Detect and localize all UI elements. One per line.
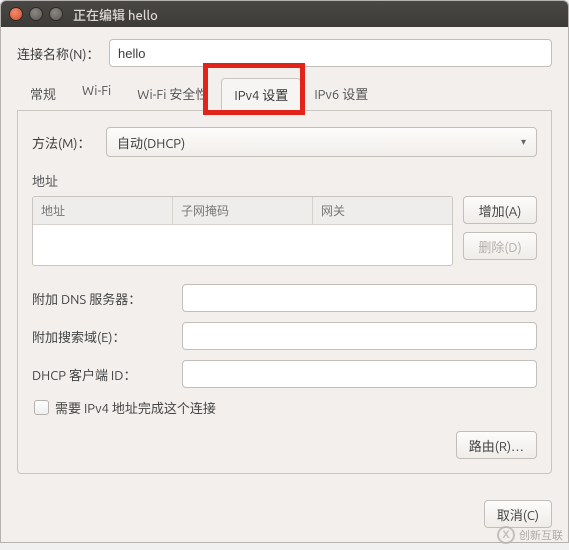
require-ipv4-label: 需要 IPv4 地址完成这个连接	[55, 398, 216, 417]
method-label: 方法(M)：	[32, 133, 106, 152]
method-value: 自动(DHCP)	[117, 133, 185, 152]
col-netmask: 子网掩码	[173, 197, 313, 224]
dns-servers-input[interactable]	[182, 284, 537, 312]
titlebar: 正在编辑 hello	[1, 1, 568, 27]
tab-wifi-security[interactable]: Wi-Fi 安全性	[124, 77, 221, 110]
dhcp-client-id-input[interactable]	[182, 360, 537, 388]
search-domains-input[interactable]	[182, 322, 537, 350]
dns-label: 附加 DNS 服务器：	[32, 289, 182, 308]
connection-name-label: 连接名称(N)：	[17, 44, 109, 63]
delete-button[interactable]: 删除(D)	[463, 232, 537, 260]
settings-tabs: 常规 Wi-Fi Wi-Fi 安全性 IPv4 设置 IPv6 设置	[17, 77, 552, 111]
window-title: 正在编辑 hello	[73, 5, 158, 24]
chevron-down-icon: ▾	[521, 136, 526, 148]
close-icon[interactable]	[9, 7, 23, 21]
require-ipv4-checkbox[interactable]	[34, 400, 49, 415]
connection-name-input[interactable]	[109, 39, 552, 67]
col-gateway: 网关	[313, 197, 452, 224]
cancel-button[interactable]: 取消(C)	[484, 500, 552, 528]
tab-wifi[interactable]: Wi-Fi	[69, 77, 124, 110]
addresses-table[interactable]: 地址 子网掩码 网关	[32, 196, 453, 266]
dhcp-client-id-label: DHCP 客户端 ID：	[32, 365, 182, 384]
tab-ipv6-settings[interactable]: IPv6 设置	[301, 77, 381, 110]
tab-ipv4-settings[interactable]: IPv4 设置	[221, 78, 301, 111]
col-address: 地址	[33, 197, 173, 224]
method-combo[interactable]: 自动(DHCP) ▾	[106, 127, 537, 157]
maximize-icon[interactable]	[49, 7, 63, 21]
routes-button[interactable]: 路由(R)…	[456, 431, 537, 459]
minimize-icon[interactable]	[29, 7, 43, 21]
editor-window: 正在编辑 hello 连接名称(N)： 常规 Wi-Fi Wi-Fi 安全性 I…	[0, 0, 569, 543]
addresses-section-label: 地址	[32, 171, 537, 190]
add-button[interactable]: 增加(A)	[463, 196, 537, 224]
tab-general[interactable]: 常规	[17, 77, 69, 110]
search-domains-label: 附加搜索域(E)：	[32, 327, 182, 346]
require-ipv4-row[interactable]: 需要 IPv4 地址完成这个连接	[34, 398, 537, 417]
ipv4-panel: 方法(M)： 自动(DHCP) ▾ 地址 地址 子网掩码 网关	[17, 111, 552, 474]
addresses-header: 地址 子网掩码 网关	[33, 197, 452, 225]
